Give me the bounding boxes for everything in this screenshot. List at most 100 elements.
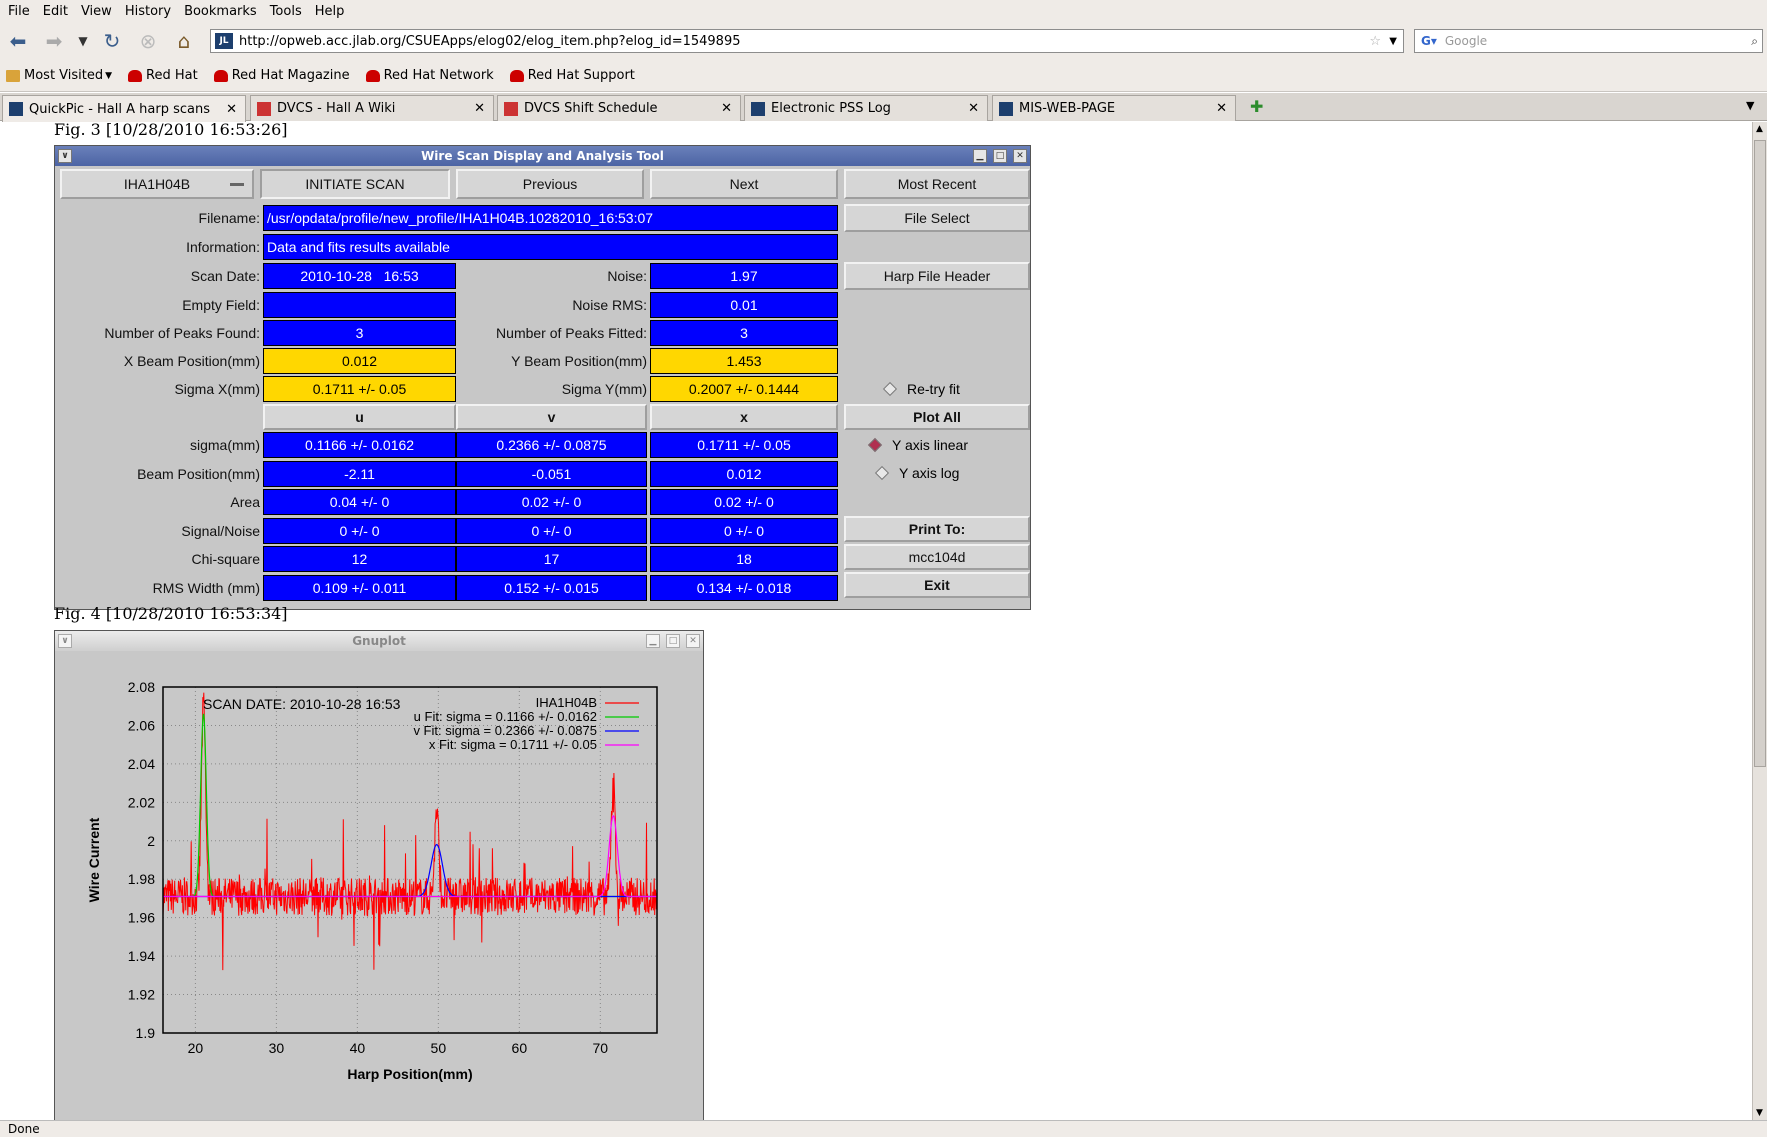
- harp-file-header-button[interactable]: Harp File Header: [844, 262, 1030, 290]
- noise-label: Noise:: [607, 268, 647, 284]
- bookmark-red-hat-network[interactable]: Red Hat Network: [365, 68, 494, 83]
- jlab-icon: [504, 101, 518, 116]
- close-icon[interactable]: ✕: [1216, 101, 1227, 116]
- most-recent-button[interactable]: Most Recent: [844, 169, 1030, 199]
- fit-value-v: 17: [456, 546, 647, 572]
- menu-file[interactable]: File: [2, 4, 37, 19]
- tab-quickpic[interactable]: QuickPic - Hall A harp scans ✕: [2, 95, 246, 122]
- fit-row-label: Signal/Noise: [181, 522, 260, 539]
- x-tick-label: 40: [350, 1040, 366, 1056]
- minimize-icon[interactable]: ▁: [973, 149, 987, 163]
- stop-icon[interactable]: ⊗: [130, 26, 166, 56]
- scan-date-annotation: SCAN DATE: 2010-10-28 16:53: [203, 696, 401, 712]
- previous-button[interactable]: Previous: [456, 169, 644, 199]
- menu-tools[interactable]: Tools: [264, 4, 309, 19]
- wire-scan-chart: 1.9 1.92 1.94 1.96 1.98 2 2.02 2.04 2.06 2.08 20 30…: [55, 651, 703, 1120]
- sigma-x-label: Sigma X(mm): [174, 381, 260, 397]
- close-icon[interactable]: ✕: [686, 634, 700, 648]
- next-button[interactable]: Next: [650, 169, 838, 199]
- fit-value-x: 0.02 +/- 0: [650, 489, 838, 515]
- google-engine-icon[interactable]: G▾: [1421, 34, 1437, 48]
- y-tick-label: 1.9: [136, 1025, 156, 1041]
- y-axis-linear-radio[interactable]: Y axis linear: [867, 432, 1030, 458]
- url-bar[interactable]: JL http://opweb.acc.jlab.org/CSUEApps/el…: [210, 29, 1404, 53]
- tab-label: MIS-WEB-PAGE: [1019, 101, 1116, 116]
- menu-view[interactable]: View: [75, 4, 119, 19]
- fit-value-v: -0.051: [456, 460, 647, 487]
- tab-dvcs-shift[interactable]: DVCS Shift Schedule ✕: [497, 95, 741, 121]
- fit-row-label: Chi-square: [191, 551, 260, 567]
- search-bar[interactable]: G▾ Google ⌕: [1414, 29, 1763, 53]
- bookmark-star-icon[interactable]: ☆: [1369, 34, 1381, 49]
- empty-field: [263, 292, 456, 318]
- scrollbar-thumb[interactable]: [1754, 140, 1766, 767]
- x-beam-label: X Beam Position(mm): [123, 353, 260, 369]
- maximize-icon[interactable]: □: [993, 149, 1007, 163]
- bookmark-red-hat[interactable]: Red Hat: [128, 68, 198, 83]
- menu-bookmarks[interactable]: Bookmarks: [178, 4, 264, 19]
- new-tab-icon[interactable]: ✚: [1250, 97, 1263, 116]
- sigma-y-field: 0.2007 +/- 0.1444: [650, 376, 838, 402]
- printer-field[interactable]: mcc104d: [844, 544, 1030, 570]
- y-tick-label: 2: [147, 833, 155, 849]
- tab-mis-web[interactable]: MIS-WEB-PAGE ✕: [992, 95, 1236, 121]
- page-content: Fig. 3 [10/28/2010 16:53:26] ∨ Wire Scan…: [0, 122, 1752, 1120]
- close-icon[interactable]: ✕: [721, 101, 732, 116]
- menu-help[interactable]: Help: [309, 4, 352, 19]
- exit-button[interactable]: Exit: [844, 572, 1030, 598]
- bookmark-label: Red Hat Magazine: [231, 68, 350, 83]
- minimize-icon[interactable]: ▁: [646, 634, 660, 648]
- back-arrow-icon[interactable]: ⬅: [0, 26, 36, 56]
- tab-list-icon[interactable]: ▼: [1746, 99, 1754, 112]
- search-icon[interactable]: ⌕: [1751, 34, 1758, 49]
- bookmark-red-hat-magazine[interactable]: Red Hat Magazine: [213, 68, 350, 83]
- scroll-up-icon[interactable]: ▲: [1756, 124, 1763, 134]
- tab-dvcs-wiki[interactable]: DVCS - Hall A Wiki ✕: [250, 95, 494, 121]
- file-select-button[interactable]: File Select: [844, 204, 1030, 232]
- y-tick-label: 2.06: [128, 717, 155, 733]
- window-menu-icon[interactable]: ∨: [58, 634, 72, 648]
- peaks-fitted-label: Number of Peaks Fitted:: [496, 325, 647, 341]
- menu-edit[interactable]: Edit: [37, 4, 75, 19]
- search-input[interactable]: Google: [1445, 34, 1487, 48]
- maximize-icon[interactable]: □: [666, 634, 680, 648]
- tab-label: DVCS Shift Schedule: [524, 101, 658, 116]
- column-v-header: v: [456, 404, 647, 430]
- y-beam-label: Y Beam Position(mm): [511, 353, 647, 369]
- initiate-scan-button[interactable]: INITIATE SCAN: [260, 169, 450, 199]
- status-bar: Done: [0, 1120, 1767, 1137]
- fit-row-label: RMS Width (mm): [152, 579, 260, 596]
- information-label: Information:: [186, 239, 260, 255]
- y-axis-log-radio[interactable]: Y axis log: [874, 460, 1027, 486]
- folder-icon: [6, 69, 20, 82]
- close-icon[interactable]: ✕: [474, 101, 485, 116]
- retry-fit-checkbox[interactable]: Re-try fit: [882, 376, 1025, 402]
- url-dropdown-icon[interactable]: ▼: [1389, 36, 1397, 47]
- tab-pss-log[interactable]: Electronic PSS Log ✕: [744, 95, 988, 121]
- home-icon[interactable]: ⌂: [166, 26, 202, 56]
- noise-rms-field: 0.01: [650, 292, 838, 318]
- close-icon[interactable]: ✕: [226, 102, 237, 117]
- legend-label: u Fit: sigma = 0.1166 +/- 0.0162: [414, 709, 597, 724]
- bookmark-red-hat-support[interactable]: Red Hat Support: [509, 68, 635, 83]
- red-hat-icon: [213, 69, 228, 82]
- menu-history[interactable]: History: [119, 4, 178, 19]
- vertical-scrollbar[interactable]: ▲ ▼: [1752, 122, 1767, 1120]
- close-icon[interactable]: ✕: [1013, 149, 1027, 163]
- scroll-down-icon[interactable]: ▼: [1756, 1108, 1763, 1118]
- plot-all-button[interactable]: Plot All: [844, 404, 1030, 430]
- sigma-x-field: 0.1711 +/- 0.05: [263, 376, 456, 402]
- history-dropdown-icon[interactable]: ▼: [72, 26, 94, 56]
- window-title-text: Gnuplot: [352, 634, 406, 648]
- bookmark-most-visited[interactable]: Most Visited ▼: [6, 68, 112, 83]
- print-to-button[interactable]: Print To:: [844, 516, 1030, 542]
- y-beam-field: 1.453: [650, 348, 838, 374]
- close-icon[interactable]: ✕: [968, 101, 979, 116]
- filename-field[interactable]: /usr/opdata/profile/new_profile/IHA1H04B…: [263, 205, 838, 231]
- forward-arrow-icon[interactable]: ➡: [36, 26, 72, 56]
- reload-icon[interactable]: ↻: [94, 26, 130, 56]
- harp-select[interactable]: IHA1H04B: [60, 169, 254, 199]
- window-menu-icon[interactable]: ∨: [58, 149, 72, 163]
- red-hat-icon: [128, 69, 143, 82]
- jlab-icon: [257, 101, 271, 116]
